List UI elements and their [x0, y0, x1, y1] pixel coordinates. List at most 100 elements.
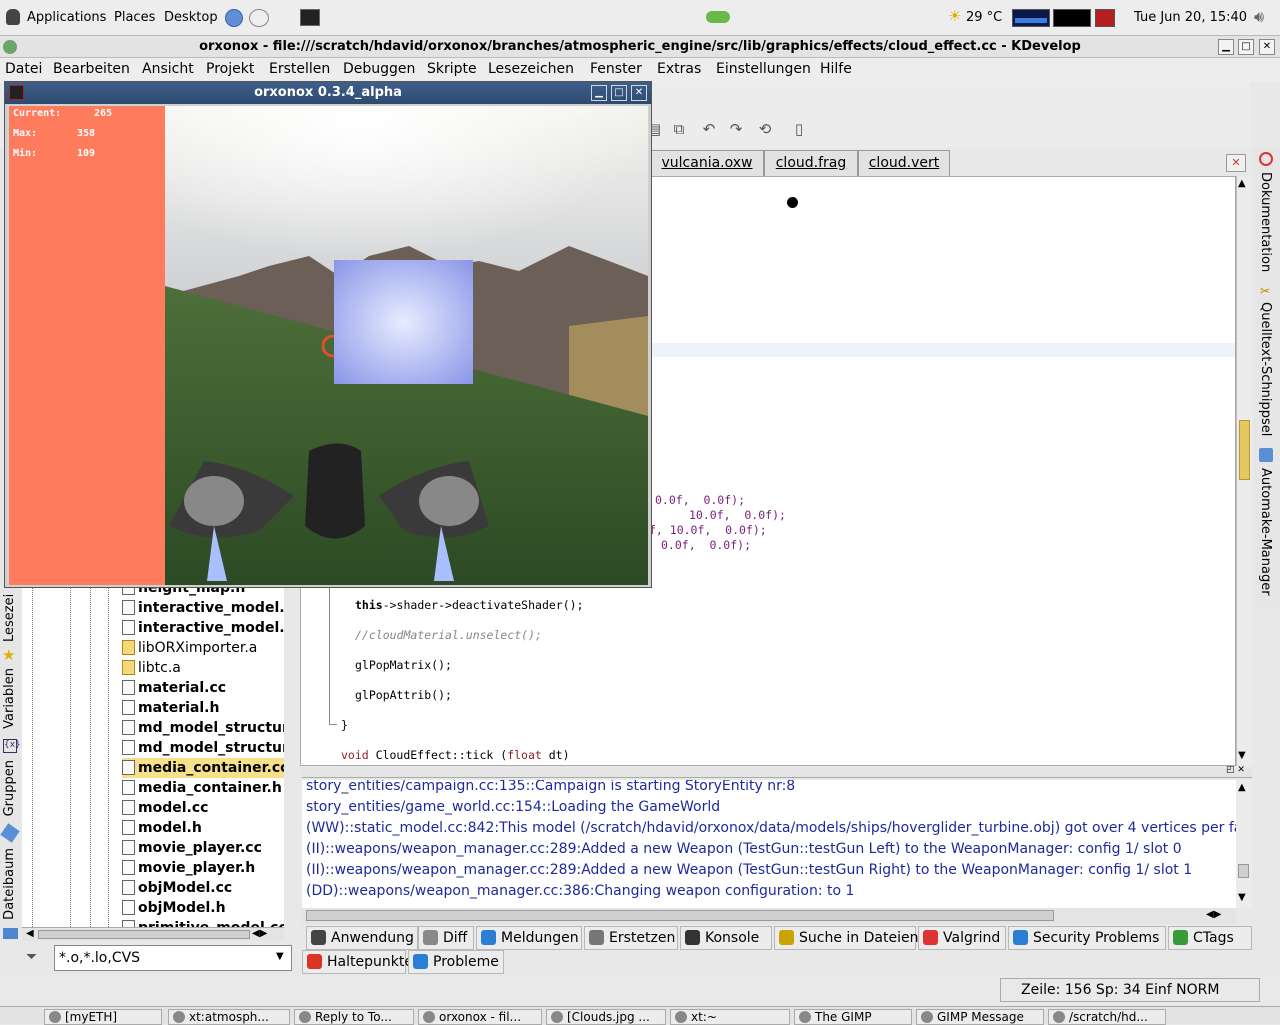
scroll-down-icon[interactable]: ▼: [1238, 750, 1246, 761]
tab-gruppen[interactable]: Gruppen: [2, 760, 17, 816]
file-tree-item[interactable]: md_model_structur: [122, 738, 284, 758]
menu-ansicht[interactable]: Ansicht: [142, 61, 194, 77]
filter-input[interactable]: [54, 945, 292, 971]
scroll-thumb[interactable]: [38, 930, 250, 939]
clock[interactable]: Tue Jun 20, 15:40: [1134, 10, 1247, 25]
output-panel[interactable]: story_entities/campaign.cc:135::Campaign…: [302, 780, 1236, 908]
game-viewport[interactable]: Current: 265 Max: 358 Min: 109: [9, 106, 648, 585]
tool-tab-security-problems[interactable]: Security Problems: [1008, 926, 1166, 950]
game-close-button[interactable]: ✕: [631, 85, 647, 101]
foot-icon[interactable]: [6, 9, 20, 25]
menu-hilfe[interactable]: Hilfe: [820, 61, 852, 77]
tab-vulcania[interactable]: vulcania.oxw: [650, 150, 764, 176]
tool-tab-probleme[interactable]: Probleme: [408, 950, 504, 974]
dock-icons[interactable]: ◰ ✕: [1226, 765, 1245, 775]
mail-icon[interactable]: [249, 9, 269, 27]
tab-dokumentation[interactable]: Dokumentation: [1258, 172, 1273, 272]
tab-quelltext-schnippsel[interactable]: Quelltext-Schnippsel: [1258, 302, 1273, 436]
tool-tab-ctags[interactable]: CTags: [1168, 926, 1252, 950]
taskbar-button[interactable]: [myETH]: [44, 1009, 162, 1025]
editor-scrollbar[interactable]: ▲ ▼: [1236, 176, 1252, 766]
output-hscrollbar[interactable]: ◀▶: [302, 908, 1236, 924]
scroll-thumb[interactable]: [306, 910, 1054, 921]
file-tree-item[interactable]: interactive_model.cc: [122, 598, 284, 618]
file-tree-item[interactable]: media_container.h: [122, 778, 282, 798]
close-tab-icon[interactable]: ✕: [1226, 154, 1246, 172]
scroll-arrows-icon[interactable]: ◀▶: [1206, 909, 1221, 920]
close-button[interactable]: ✕: [1259, 39, 1275, 55]
filter-dropdown-icon[interactable]: ▼: [276, 951, 284, 962]
scroll-down-icon[interactable]: ▼: [1238, 892, 1246, 903]
tab-automake-manager[interactable]: Automake-Manager: [1258, 468, 1273, 596]
taskbar-button[interactable]: The GIMP: [794, 1009, 912, 1025]
file-tree-item[interactable]: interactive_model.h: [122, 618, 284, 638]
desktop-menu[interactable]: Desktop: [164, 10, 218, 25]
taskbar-button[interactable]: GIMP Message: [916, 1009, 1044, 1025]
menu-erstellen[interactable]: Erstellen: [269, 61, 330, 77]
scroll-up-icon[interactable]: ▲: [1238, 178, 1246, 189]
tool-tab-valgrind[interactable]: Valgrind: [918, 926, 1006, 950]
file-tree-item[interactable]: objModel.cc: [122, 878, 232, 898]
scroll-right-icon[interactable]: ◀▶: [252, 928, 267, 939]
tool-tab-diff[interactable]: Diff: [418, 926, 474, 950]
file-tree-item[interactable]: objModel.h: [122, 898, 226, 918]
menu-projekt[interactable]: Projekt: [206, 61, 254, 77]
menu-einstellungen[interactable]: Einstellungen: [716, 61, 811, 77]
tool-tab-erstetzen[interactable]: Erstetzen: [584, 926, 678, 950]
weather-icon[interactable]: ☀: [948, 7, 961, 25]
tool-tab-meldungen[interactable]: Meldungen: [476, 926, 582, 950]
minimize-button[interactable]: ▁: [1218, 39, 1234, 55]
menu-fenster[interactable]: Fenster: [590, 61, 642, 77]
tab-cloud-frag[interactable]: cloud.frag: [764, 150, 858, 176]
tab-cloud-vert[interactable]: cloud.vert: [858, 150, 950, 176]
menu-bearbeiten[interactable]: Bearbeiten: [53, 61, 130, 77]
file-tree-item[interactable]: libtc.a: [122, 658, 181, 678]
output-scrollbar[interactable]: ▲ ▼: [1236, 780, 1252, 908]
applications-menu[interactable]: Applications: [27, 10, 106, 25]
taskbar-button[interactable]: xt:~: [670, 1009, 790, 1025]
copy-icon[interactable]: ⧉: [670, 120, 688, 138]
tree-scrollbar[interactable]: ◀ ◀▶: [22, 927, 284, 941]
undo-icon[interactable]: ↶: [700, 120, 718, 138]
game-titlebar[interactable]: orxonox 0.3.4_alpha ▁ □ ✕: [5, 82, 651, 104]
file-tree-item[interactable]: model.h: [122, 818, 202, 838]
game-window[interactable]: orxonox 0.3.4_alpha ▁ □ ✕ Current: 265 M…: [4, 81, 652, 588]
scroll-left-icon[interactable]: ◀: [26, 928, 34, 939]
kdevelop-icon[interactable]: [3, 40, 17, 54]
file-tree-item[interactable]: primitive_model.cc: [122, 918, 284, 927]
logout-icon[interactable]: [1095, 9, 1115, 27]
file-tree-item[interactable]: libORXimporter.a: [122, 638, 257, 658]
menu-datei[interactable]: Datei: [5, 61, 42, 77]
network-monitor-icon[interactable]: [1012, 9, 1050, 27]
menu-debuggen[interactable]: Debuggen: [343, 61, 415, 77]
menu-lesezeichen[interactable]: Lesezeichen: [488, 61, 574, 77]
places-menu[interactable]: Places: [114, 10, 155, 25]
tab-dateibaum[interactable]: Dateibaum: [2, 848, 17, 920]
taskbar-button[interactable]: /scratch/hd...: [1048, 1009, 1166, 1025]
document-icon[interactable]: ▯: [790, 120, 808, 138]
menu-extras[interactable]: Extras: [657, 61, 701, 77]
tab-lesezeichen[interactable]: Lesezei: [2, 586, 17, 642]
scroll-thumb[interactable]: [1238, 864, 1249, 878]
file-tree-item[interactable]: md_model_structur: [122, 718, 284, 738]
tool-tab-haltepunkte[interactable]: Haltepunkte: [302, 950, 413, 974]
cpu-monitor-icon[interactable]: [1053, 9, 1091, 27]
maximize-button[interactable]: □: [1238, 39, 1254, 55]
game-minimize-button[interactable]: ▁: [591, 85, 607, 101]
scroll-thumb[interactable]: [1239, 420, 1250, 480]
file-tree-item[interactable]: movie_player.h: [122, 858, 255, 878]
file-tree-item[interactable]: model.cc: [122, 798, 208, 818]
file-tree-item[interactable]: movie_player.cc: [122, 838, 262, 858]
browser-icon[interactable]: [225, 9, 243, 27]
game-maximize-button[interactable]: □: [611, 85, 627, 101]
taskbar-button[interactable]: orxonox - fil...: [418, 1009, 542, 1025]
tab-variablen[interactable]: Variablen: [2, 668, 17, 729]
taskbar-button[interactable]: xt:atmosph...: [168, 1009, 290, 1025]
tool-tab-suche-in-dateien[interactable]: Suche in Dateien: [774, 926, 918, 950]
tool-tab-konsole[interactable]: Konsole: [680, 926, 772, 950]
volume-icon[interactable]: 🔊︎: [1254, 7, 1264, 27]
file-tree-item[interactable]: media_container.cc: [122, 758, 284, 778]
terminal-icon[interactable]: [300, 9, 320, 26]
tool-tab-anwendung[interactable]: Anwendung: [306, 926, 418, 950]
scroll-up-icon[interactable]: ▲: [1238, 782, 1246, 793]
